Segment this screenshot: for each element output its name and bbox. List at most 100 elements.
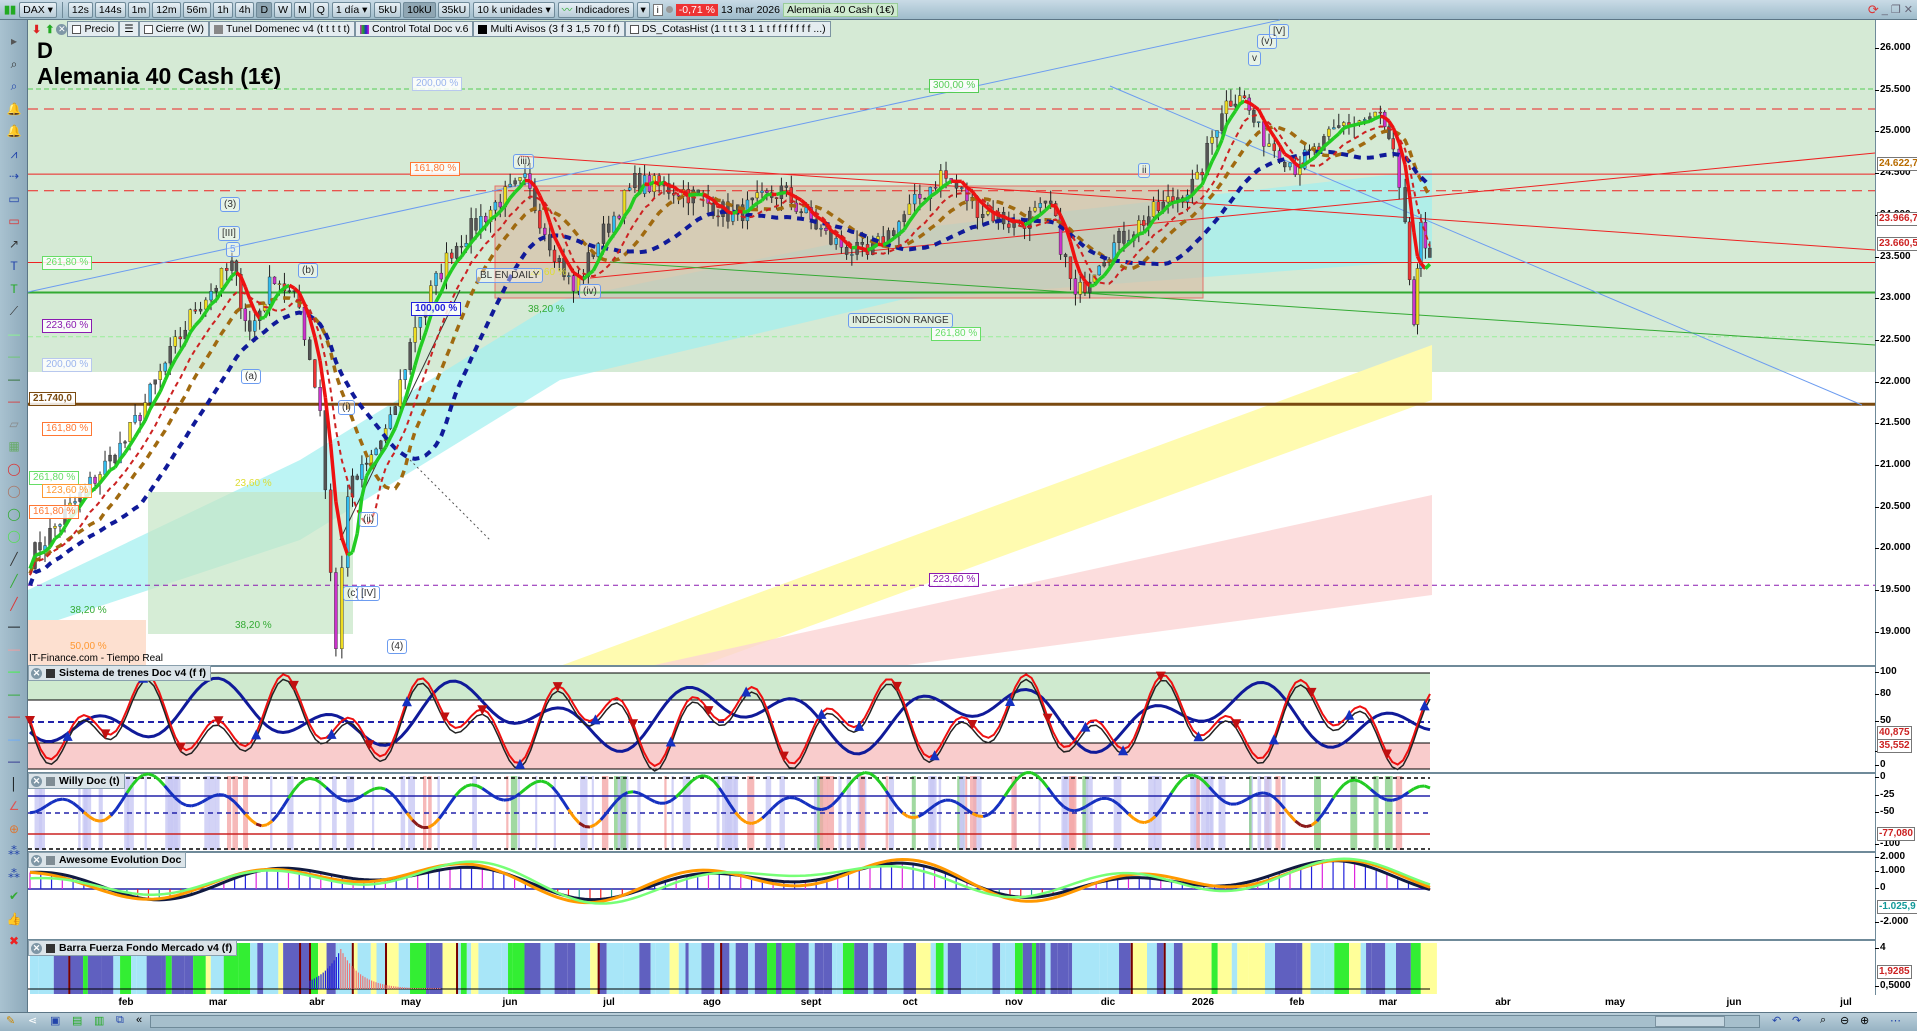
panel-header-willy[interactable]: ✕ Willy Doc (t) [28, 773, 125, 789]
candle [163, 362, 167, 372]
strength-bar [1284, 943, 1297, 994]
zoom-in-icon[interactable]: ⊕ [1860, 1014, 1869, 1027]
undo-icon[interactable]: ↶ [1772, 1014, 1781, 1027]
candle [133, 415, 137, 423]
willy-line-segment [94, 818, 101, 823]
panel-tick-label: 2.000 [1874, 851, 1906, 862]
strength-bar [735, 943, 749, 994]
candle [819, 227, 823, 230]
trend-average-segment [1353, 122, 1360, 127]
fib-label: 223,60 % [929, 573, 980, 587]
strength-bar [655, 943, 670, 994]
candle [1007, 223, 1011, 228]
panel-tick-label: -2.000 [1874, 916, 1909, 927]
candle [413, 327, 417, 343]
table-icon[interactable]: ▤ [72, 1014, 82, 1027]
pencil-icon[interactable]: ✎ [6, 1014, 15, 1027]
close-panel-icon[interactable]: ✕ [31, 854, 42, 866]
strength-bar [460, 943, 467, 994]
willy-line-segment [1413, 785, 1420, 791]
candle [1412, 279, 1416, 325]
willy-line-segment [907, 815, 914, 820]
wave-label: (iii) [513, 154, 535, 169]
panel-tick-label: 0 [1875, 882, 1886, 893]
list-green-icon[interactable]: ▥ [94, 1014, 104, 1027]
settings-icon[interactable]: ⋯ [1890, 1014, 1901, 1027]
candle [1242, 95, 1247, 99]
candle [439, 272, 443, 280]
willy-line-segment [879, 782, 888, 792]
layout-icon[interactable]: ▣ [50, 1014, 60, 1027]
willy-band-stripe [1373, 776, 1379, 850]
fib-label: 100,00 % [411, 302, 462, 316]
candle [340, 567, 344, 649]
close-panel-icon[interactable]: ✕ [31, 942, 42, 954]
willy-line-segment [997, 795, 1006, 805]
candle [1267, 143, 1271, 147]
willy-line-segment [1337, 783, 1345, 792]
candle [523, 173, 527, 178]
willy-line-segment [357, 793, 365, 800]
panel-header-barra[interactable]: ✕ Barra Fuerza Fondo Mercado v4 (f) [28, 940, 238, 956]
candle [933, 186, 938, 189]
candle [1378, 111, 1383, 114]
willy-line-segment [1235, 800, 1243, 806]
candle [633, 173, 637, 189]
candle [601, 223, 606, 244]
price-axis[interactable]: 26.00025.50025.00024.50024.00023.50023.0… [1874, 20, 1917, 995]
strength-bar [1310, 943, 1325, 994]
redo-icon[interactable]: ↷ [1792, 1014, 1801, 1027]
candle [318, 387, 322, 411]
zoom-fit-icon[interactable]: ⌕ [1820, 1014, 1826, 1027]
panel-header-awesome[interactable]: ✕ Awesome Evolution Doc [28, 852, 187, 868]
date-tick-label: abr [309, 997, 325, 1008]
panel-value-marker: -77,080 [1877, 827, 1915, 841]
trend-average-segment [727, 210, 734, 216]
panel-value-marker: -1.025,9 [1877, 900, 1917, 914]
close-panel-icon[interactable]: ✕ [31, 775, 42, 787]
price-chart[interactable] [0, 0, 1917, 1031]
trend-average-segment [1138, 231, 1145, 236]
fib-label: 200,00 % [42, 358, 93, 372]
candle [1272, 143, 1276, 151]
candle [1063, 254, 1068, 258]
trend-average-segment [1299, 162, 1306, 169]
willy-line-segment [1326, 797, 1335, 808]
candle [954, 182, 959, 189]
strength-bar [992, 943, 1001, 994]
willy-line-segment [1262, 791, 1269, 796]
rewind-icon[interactable]: « [136, 1014, 142, 1026]
zoom-out-icon[interactable]: ⊖ [1840, 1014, 1849, 1027]
willy-line-segment [1175, 778, 1184, 787]
willy-line-segment [374, 786, 381, 791]
date-tick-label: dic [1100, 997, 1116, 1008]
candle [230, 260, 234, 271]
willy-line-segment [561, 800, 570, 811]
willy-line-segment [950, 798, 957, 804]
willy-line-segment [347, 798, 354, 803]
wave-label: v [1248, 51, 1261, 66]
candle [360, 464, 364, 480]
strength-bar [685, 943, 689, 994]
candle [450, 252, 454, 259]
willy-line-segment [62, 797, 68, 802]
window-icon[interactable]: ⧉ [116, 1014, 124, 1027]
trend-average-segment [1089, 283, 1095, 288]
trend-average-segment [856, 245, 863, 251]
share-icon[interactable]: ⋖ [28, 1014, 37, 1027]
signal-triangle [665, 736, 676, 747]
panel-header-sistema[interactable]: ✕ Sistema de trenes Doc v4 (f f) [28, 665, 212, 681]
close-panel-icon[interactable]: ✕ [31, 667, 42, 679]
trend-average-segment [1243, 99, 1250, 105]
candle [1224, 100, 1229, 114]
willy-line-segment [551, 785, 559, 795]
willy-line-segment [147, 772, 155, 778]
color-swatch-icon [46, 855, 55, 865]
fib-label: 161,80 % [42, 422, 93, 436]
scrollbar-thumb[interactable] [1655, 1016, 1725, 1027]
strength-bar [639, 943, 651, 994]
willy-line-segment [325, 786, 333, 794]
candle [168, 346, 172, 364]
horizontal-scrollbar[interactable] [150, 1015, 1760, 1028]
strength-bar [1231, 943, 1238, 994]
